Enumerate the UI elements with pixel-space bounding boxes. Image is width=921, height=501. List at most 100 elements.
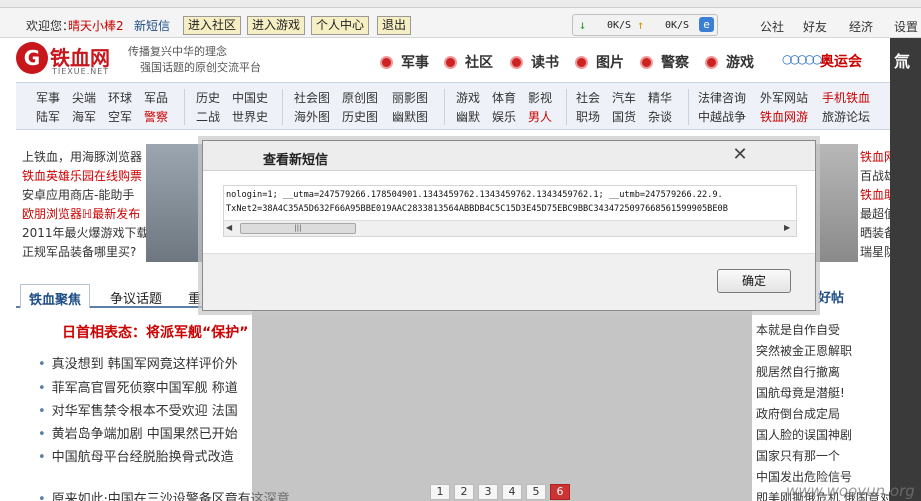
cat-workplace[interactable]: 职场 (576, 108, 600, 125)
right-news-item[interactable]: 政府倒台成定局 (756, 405, 840, 422)
page-button[interactable]: 2 (454, 484, 474, 500)
nav-pictures[interactable]: 图片 (575, 52, 624, 72)
username-link[interactable]: 晴天小棒2 (68, 17, 124, 34)
personal-center-button[interactable]: 个人中心 (311, 16, 370, 35)
right-news-item[interactable]: 突然被金正恩解职 (756, 342, 852, 359)
ad-link[interactable]: 正规军品装备哪里买? (22, 243, 136, 260)
cat-society-pics[interactable]: 社会图 (294, 89, 330, 106)
news-item[interactable]: 菲军高官冒死侦察中国军舰 称道 (38, 377, 238, 396)
ad-link[interactable]: 安卓应用商店-能助手 (22, 186, 134, 203)
cat-army[interactable]: 陆军 (36, 108, 60, 125)
ad-link[interactable]: 2011年最火爆游戏下载 (22, 224, 149, 241)
cat-auto[interactable]: 汽车 (612, 89, 636, 106)
site-topbar: 欢迎您： 晴天小棒2 新短信 进入社区 进入游戏 个人中心 退出 ↓ 0K/S … (0, 8, 921, 38)
cat-original-pics[interactable]: 原创图 (342, 89, 378, 106)
cat-navy[interactable]: 海军 (72, 108, 96, 125)
headline[interactable]: 日首相表态：将派军舰“保护” (62, 322, 248, 342)
ad-link[interactable]: 上铁血，用海豚浏览器 (22, 148, 142, 165)
nav-games[interactable]: 游戏 (705, 52, 754, 72)
news-item[interactable]: 中国航母平台经脱胎换骨式改造 (38, 446, 234, 465)
cat-sino-vietnam-war[interactable]: 中越战争 (698, 108, 746, 125)
dialog-titlebar[interactable]: 查看新短信 ✕ (203, 141, 815, 171)
cat-history-pics[interactable]: 历史图 (342, 108, 378, 125)
cat-overseas-pics[interactable]: 海外图 (294, 108, 330, 125)
nav-police[interactable]: 警察 (640, 52, 689, 72)
pagination: 123456 (430, 484, 574, 500)
nav-military[interactable]: 军事 (380, 52, 429, 72)
page-button[interactable]: 3 (478, 484, 498, 500)
cat-world-history[interactable]: 世界史 (232, 108, 268, 125)
cat-misc[interactable]: 杂谈 (648, 108, 672, 125)
scroll-left-icon[interactable]: ◀ (226, 223, 236, 234)
horizontal-scrollbar[interactable]: ◀ ||| ▶ (224, 220, 796, 236)
cat-best[interactable]: 精华 (648, 89, 672, 106)
speed-widget: ↓ 0K/S ↑ 0K/S e (572, 14, 718, 36)
logo-sub: TIEXUE.NET (52, 67, 110, 76)
enter-game-button[interactable]: 进入游戏 (247, 16, 306, 35)
nav-community[interactable]: 社区 (444, 52, 493, 72)
cat-ww2[interactable]: 二战 (196, 108, 220, 125)
right-news-item[interactable]: 国人脸的误国神剧 (756, 426, 852, 443)
right-news-item[interactable]: 国家只有那一个 (756, 447, 840, 464)
cat-cutting-edge[interactable]: 尖端 (72, 89, 96, 106)
cat-airforce[interactable]: 空军 (108, 108, 132, 125)
cat-online-game[interactable]: 铁血网游 (760, 108, 808, 125)
scroll-thumb[interactable]: ||| (240, 223, 356, 234)
tab-controversial[interactable]: 争议话题 (102, 284, 170, 308)
cat-men[interactable]: 男人 (528, 108, 552, 125)
cat-legal[interactable]: 法律咨询 (698, 89, 746, 106)
link-commune[interactable]: 公社 (760, 18, 784, 35)
logout-button[interactable]: 退出 (377, 16, 412, 35)
news-item[interactable]: 对华军售禁令根本不受欢迎 法国 (38, 400, 238, 419)
nav-dot-icon (705, 56, 718, 69)
link-friends[interactable]: 好友 (803, 18, 827, 35)
category-divider (566, 89, 567, 125)
welcome-text: 欢迎您： (26, 19, 75, 33)
right-section-title: 好帖 (818, 291, 845, 306)
right-news-item[interactable]: 本就是自作自受 (756, 321, 840, 338)
cat-film[interactable]: 影视 (528, 89, 552, 106)
page-button[interactable]: 1 (430, 484, 450, 500)
cat-military[interactable]: 军事 (36, 89, 60, 106)
news-item[interactable]: 黄岩岛争端加剧 中国果然已开始 (38, 423, 238, 442)
news-item[interactable]: 真没想到 韩国军网竟这样评价外 (38, 353, 238, 372)
enter-community-button[interactable]: 进入社区 (183, 16, 242, 35)
nav-olympics[interactable]: 奥运会 (820, 51, 862, 71)
page-button[interactable]: 4 (502, 484, 522, 500)
cat-entertainment[interactable]: 娱乐 (492, 108, 516, 125)
right-banner-ad[interactable]: 氚 (890, 38, 921, 501)
tab-focus[interactable]: 铁血聚焦 (20, 284, 91, 308)
right-news-item[interactable]: 国航母竟是潜艇! (756, 384, 845, 401)
link-settings[interactable]: 设置 (894, 18, 918, 35)
right-news-item[interactable]: 舰居然自行撤离 (756, 363, 840, 380)
cat-humor[interactable]: 幽默 (456, 108, 480, 125)
link-economy[interactable]: 经济 (849, 18, 873, 35)
page-button[interactable]: 5 (526, 484, 546, 500)
cat-police[interactable]: 警察 (144, 108, 168, 125)
cat-china-history[interactable]: 中国史 (232, 89, 268, 106)
cat-gear[interactable]: 军品 (144, 89, 168, 106)
cat-foreign-sites[interactable]: 外军网站 (760, 89, 808, 106)
ad-link[interactable]: 欧朋浏览器ℍ最新发布 (22, 205, 140, 222)
cat-humor-pics[interactable]: 幽默图 (392, 108, 428, 125)
close-icon[interactable]: ✕ (731, 146, 749, 165)
site-logo[interactable]: G 铁血网 TIEXUE.NET (16, 42, 126, 76)
cat-beauty-pics[interactable]: 丽影图 (392, 89, 428, 106)
cat-society[interactable]: 社会 (576, 89, 600, 106)
scroll-right-icon[interactable]: ▶ (784, 223, 794, 234)
cat-mobile[interactable]: 手机铁血 (822, 89, 870, 106)
new-message-link[interactable]: 新短信 (134, 17, 170, 34)
page-button-current[interactable]: 6 (550, 484, 570, 500)
cat-games[interactable]: 游戏 (456, 89, 480, 106)
cat-global[interactable]: 环球 (108, 89, 132, 106)
cat-domestic[interactable]: 国货 (612, 108, 636, 125)
cat-travel[interactable]: 旅游论坛 (822, 108, 870, 125)
logo-emblem-icon: G (16, 42, 48, 74)
ad-link[interactable]: 铁血英雄乐园在线购票 (22, 167, 142, 184)
cat-history[interactable]: 历史 (196, 89, 220, 106)
category-divider (688, 89, 689, 125)
ok-button[interactable]: 确定 (717, 269, 791, 293)
slogan-line2: 强国话题的原创交流平台 (140, 61, 261, 74)
nav-reading[interactable]: 读书 (510, 52, 559, 72)
cat-sports[interactable]: 体育 (492, 89, 516, 106)
